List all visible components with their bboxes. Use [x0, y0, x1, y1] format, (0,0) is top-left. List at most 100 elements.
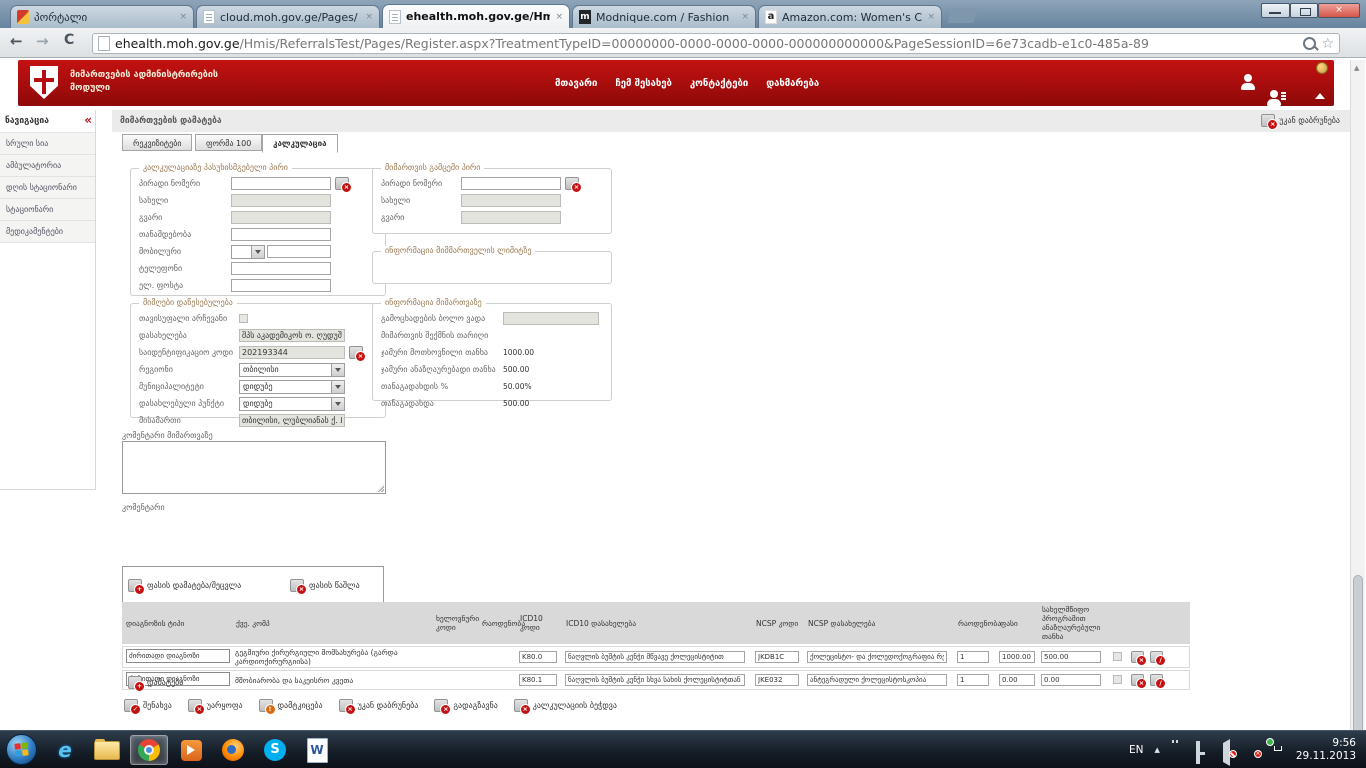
approve-button[interactable]: !დამტკიცება: [259, 699, 323, 712]
reject-button[interactable]: ×უარყოფა: [188, 699, 243, 712]
user-icon[interactable]: [1240, 74, 1256, 90]
sidebar-item-medications[interactable]: მედიკამენტები: [0, 221, 95, 243]
calc-phone-input[interactable]: [231, 262, 331, 275]
sidebar-item-ambulatory[interactable]: ამბულატორია: [0, 155, 95, 177]
volume-muted-icon[interactable]: [1221, 743, 1235, 757]
power-plug-icon[interactable]: [1171, 743, 1185, 757]
calc-mobile-input[interactable]: [267, 245, 331, 258]
browser-tab[interactable]: m Modnique.com / Fashion ×: [572, 5, 756, 28]
bookmark-star-icon[interactable]: ☆: [1321, 36, 1334, 52]
tab-close-icon[interactable]: ×: [741, 12, 749, 22]
sidebar-item-day-hospital[interactable]: დღის სტაციონარი: [0, 177, 95, 199]
calc-personal-no-input[interactable]: [231, 177, 331, 190]
sidebar-item-full-list[interactable]: სრული სია: [0, 133, 95, 155]
dropbox-icon[interactable]: [1271, 743, 1285, 757]
back-icon[interactable]: ←: [10, 32, 23, 50]
menu-item-help[interactable]: დახმარება: [766, 78, 819, 89]
taskbar-skype-button[interactable]: S: [256, 735, 294, 765]
municipality-select[interactable]: დიდუბე: [239, 380, 345, 394]
ncsp-name-input[interactable]: [807, 674, 947, 686]
save-button[interactable]: ✓შენახვა: [124, 699, 172, 712]
menu-item-contacts[interactable]: კონტაქტები: [690, 78, 748, 89]
tab-form-100[interactable]: ფორმა 100: [195, 134, 262, 151]
resize-handle-icon[interactable]: [376, 484, 384, 492]
calc-position-input[interactable]: [231, 228, 331, 241]
row-delete-icon[interactable]: ×: [1131, 674, 1144, 686]
taskbar-firefox-button[interactable]: [214, 735, 252, 765]
state-amount-input[interactable]: [1041, 674, 1101, 686]
collapse-header-chevron-icon[interactable]: [1315, 93, 1325, 99]
receiver-lookup-clear-icon[interactable]: ×: [349, 346, 363, 359]
quantity-input[interactable]: [957, 674, 989, 686]
price-delete-button[interactable]: × ფასის წაშლა: [290, 579, 360, 592]
ncsp-code-input[interactable]: [755, 674, 799, 686]
menu-item-home[interactable]: მთავარი: [555, 78, 597, 89]
tray-expand-icon[interactable]: ▲: [1154, 746, 1159, 754]
row-cancel-icon[interactable]: /: [1150, 674, 1163, 686]
window-maximize-button[interactable]: [1290, 3, 1318, 18]
language-indicator[interactable]: EN: [1129, 744, 1144, 756]
price-input[interactable]: [999, 651, 1035, 663]
tab-close-icon[interactable]: ×: [555, 12, 563, 22]
state-amount-input[interactable]: [1041, 651, 1101, 663]
price-input[interactable]: [999, 674, 1035, 686]
menu-item-about[interactable]: ჩემ შესახებ: [615, 78, 672, 89]
browser-tab[interactable]: a Amazon.com: Women's C ×: [758, 5, 942, 28]
refresh-icon[interactable]: C: [64, 32, 74, 48]
ncsp-name-input[interactable]: [807, 651, 947, 663]
url-bar[interactable]: ehealth.moh.gov.ge/Hmis/ReferralsTest/Pa…: [92, 33, 1340, 54]
window-minimize-button[interactable]: [1261, 3, 1290, 18]
taskbar-ie-button[interactable]: e: [46, 735, 84, 765]
price-add-change-button[interactable]: + ფასის დამატება/შეცვლა: [128, 579, 241, 592]
ncsp-code-input[interactable]: [755, 651, 799, 663]
calc-email-input[interactable]: [231, 279, 331, 292]
add-row-button[interactable]: + დამატება: [128, 676, 183, 689]
sidebar-collapse-icon[interactable]: «: [84, 113, 92, 127]
forward-send-button[interactable]: ×გადაგზავნა: [434, 699, 497, 712]
browser-tab[interactable]: cloud.moh.gov.ge/Pages/ ×: [196, 5, 380, 28]
issuer-personal-no-input[interactable]: [461, 177, 561, 190]
region-select[interactable]: თბილისი: [239, 363, 345, 377]
icd10-name-input[interactable]: [565, 651, 745, 663]
sidebar-item-hospital[interactable]: სტაციონარი: [0, 199, 95, 221]
tab-calculation[interactable]: კალკულაცია: [262, 134, 338, 153]
print-calculation-button[interactable]: ×კალკულაციის ბეჭდვა: [514, 699, 617, 712]
page-scrollbar[interactable]: ▲: [1350, 60, 1365, 730]
taskbar-explorer-button[interactable]: [88, 735, 126, 765]
back-to-list-button[interactable]: × უკან დაბრუნება: [1261, 114, 1340, 127]
scroll-up-icon[interactable]: ▲: [1354, 64, 1359, 72]
window-close-button[interactable]: ×: [1318, 3, 1360, 18]
browser-tab[interactable]: პორტალი ×: [10, 5, 194, 28]
taskbar-media-player-button[interactable]: [172, 735, 210, 765]
clock[interactable]: 9:56 29.11.2013: [1296, 737, 1356, 763]
tab-close-icon[interactable]: ×: [365, 12, 373, 22]
tab-close-icon[interactable]: ×: [179, 12, 187, 22]
return-back-button[interactable]: ×უკან დაბრუნება: [339, 699, 419, 712]
issuer-personal-no-clear-icon[interactable]: ×: [565, 177, 579, 190]
start-button[interactable]: [6, 734, 37, 765]
user-list-icon[interactable]: [1266, 90, 1282, 106]
mobile-prefix-select[interactable]: [231, 245, 265, 259]
referral-comment-textarea[interactable]: [122, 441, 386, 494]
taskbar-chrome-button[interactable]: [130, 735, 168, 765]
settlement-select[interactable]: დიდუბე: [239, 397, 345, 411]
calc-personal-no-clear-icon[interactable]: ×: [335, 177, 349, 190]
network-icon[interactable]: [1196, 743, 1210, 757]
url-text[interactable]: ehealth.moh.gov.ge/Hmis/ReferralsTest/Pa…: [115, 36, 1298, 51]
row-cancel-icon[interactable]: /: [1150, 651, 1163, 663]
diagnosis-type-box[interactable]: ძირითადი დიაგნოზი: [126, 649, 230, 663]
quantity-input[interactable]: [957, 651, 989, 663]
icd10-code-input[interactable]: [519, 651, 557, 663]
forward-icon[interactable]: →: [36, 32, 49, 50]
row-delete-icon[interactable]: ×: [1131, 651, 1144, 663]
icd10-name-input[interactable]: [565, 674, 745, 686]
tab-requisites[interactable]: რეკვიზიტები: [122, 134, 192, 151]
browser-tab-active[interactable]: ehealth.moh.gov.ge/Hmis ×: [382, 4, 570, 28]
action-center-flag-icon[interactable]: ×: [1246, 743, 1260, 757]
magnifier-icon[interactable]: [1303, 37, 1316, 50]
help-globe-icon[interactable]: [1316, 62, 1328, 74]
new-tab-button[interactable]: [947, 8, 978, 23]
icd10-code-input[interactable]: [519, 674, 557, 686]
taskbar-word-button[interactable]: W: [298, 735, 336, 765]
tab-close-icon[interactable]: ×: [927, 12, 935, 22]
